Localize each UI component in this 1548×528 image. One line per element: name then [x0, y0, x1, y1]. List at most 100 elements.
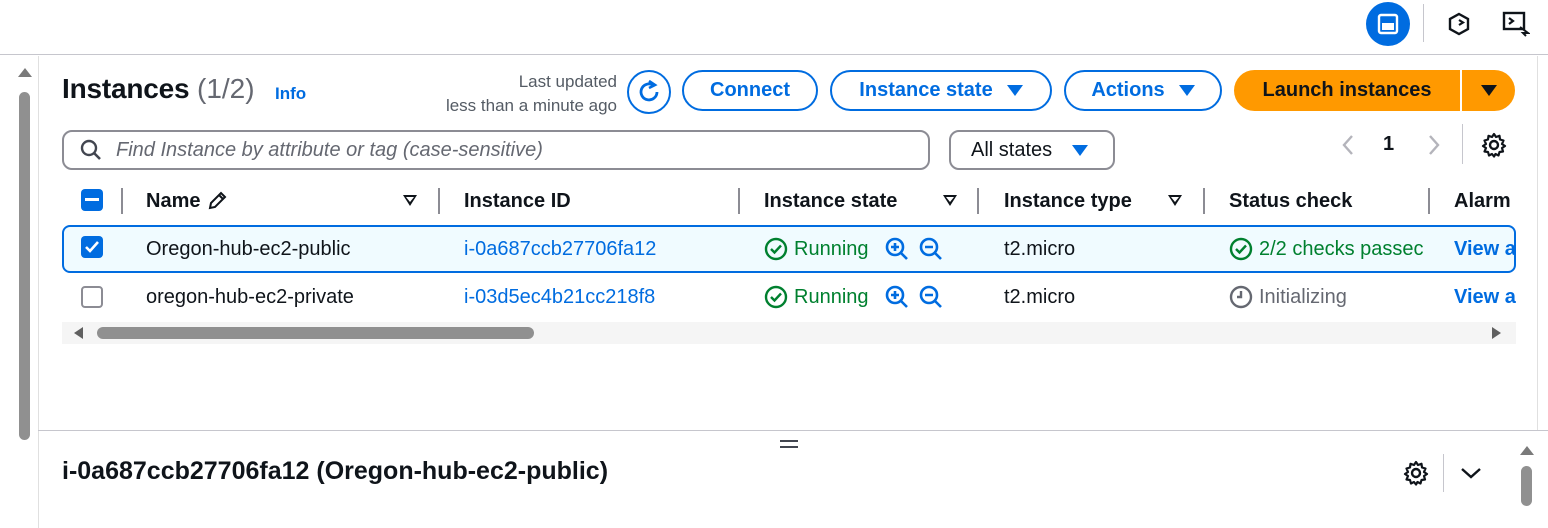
- check-icon: [85, 241, 99, 253]
- gear-icon: [1481, 132, 1507, 158]
- select-all-checkbox[interactable]: [81, 189, 103, 211]
- info-link[interactable]: Info: [275, 84, 306, 104]
- zoom-in-icon[interactable]: [885, 237, 909, 261]
- scroll-up-arrow-icon[interactable]: [18, 68, 32, 77]
- check-circle-icon: [1229, 237, 1253, 261]
- divider: [1462, 124, 1463, 164]
- clock-icon: [1229, 285, 1253, 309]
- page-title: Instances: [62, 73, 190, 104]
- scrollbar-thumb[interactable]: [1521, 466, 1532, 506]
- console-button[interactable]: [1494, 2, 1538, 46]
- connect-button[interactable]: Connect: [682, 70, 818, 111]
- column-header-status-check[interactable]: Status check: [1229, 180, 1352, 222]
- instance-state-text: Running: [794, 285, 869, 308]
- left-scrollbar[interactable]: [14, 60, 38, 528]
- zoom-out-icon[interactable]: [919, 285, 943, 309]
- panel-icon: [1377, 13, 1399, 35]
- launch-dropdown-button[interactable]: [1462, 70, 1515, 111]
- row-checkbox[interactable]: [81, 236, 103, 258]
- table-row[interactable]: oregon-hub-ec2-private i-03d5ec4b21cc218…: [62, 273, 1516, 321]
- details-preferences-button[interactable]: [1402, 459, 1430, 487]
- split-divider: [38, 430, 1548, 431]
- instance-id-link[interactable]: i-03d5ec4b21cc218f8: [464, 273, 655, 321]
- collapse-details-button[interactable]: [1458, 461, 1484, 485]
- horizontal-scrollbar[interactable]: [62, 322, 1516, 344]
- scrollbar-thumb[interactable]: [19, 92, 30, 440]
- panel-toggle-button[interactable]: [1366, 2, 1410, 46]
- caret-down-icon: [1072, 144, 1089, 156]
- page-number[interactable]: 1: [1383, 133, 1394, 156]
- caret-down-icon: [1178, 85, 1195, 96]
- column-divider[interactable]: [1203, 188, 1205, 214]
- instance-state-text: Running: [794, 237, 869, 260]
- status-check-cell: 2/2 checks passec: [1229, 225, 1429, 273]
- column-header-instance-state[interactable]: Instance state: [764, 180, 897, 222]
- table-preferences-button[interactable]: [1479, 131, 1509, 159]
- table-row[interactable]: Oregon-hub-ec2-public i-0a687ccb27706fa1…: [62, 225, 1516, 273]
- column-divider[interactable]: [1428, 188, 1430, 214]
- pencil-icon: [209, 191, 227, 210]
- instance-state-cell: Running: [764, 225, 943, 273]
- instance-name: Oregon-hub-ec2-public: [146, 237, 351, 260]
- search-input[interactable]: [116, 138, 896, 162]
- scroll-up-arrow-icon[interactable]: [1520, 446, 1534, 455]
- check-circle-icon: [764, 285, 788, 309]
- state-filter-value: All states: [971, 138, 1053, 161]
- refresh-button[interactable]: [627, 70, 671, 114]
- view-alarms-link[interactable]: View a: [1454, 225, 1516, 273]
- sort-caret-icon[interactable]: [943, 195, 957, 206]
- divider: [1423, 4, 1424, 42]
- state-filter-select[interactable]: All states: [949, 130, 1115, 170]
- column-divider[interactable]: [438, 188, 440, 214]
- details-scrollbar[interactable]: [1518, 440, 1538, 528]
- previous-page-button[interactable]: [1338, 134, 1358, 156]
- scroll-left-arrow-icon[interactable]: [74, 327, 83, 339]
- zoom-in-icon[interactable]: [885, 285, 909, 309]
- divider: [1443, 454, 1444, 492]
- hexagon-icon: [1448, 12, 1470, 36]
- column-header-label: Instance type: [1004, 189, 1132, 212]
- zoom-out-icon[interactable]: [919, 237, 943, 261]
- column-header-instance-id[interactable]: Instance ID: [464, 180, 571, 222]
- launch-instances-button[interactable]: Launch instances: [1234, 70, 1460, 111]
- column-header-label: Instance ID: [464, 189, 571, 212]
- column-divider[interactable]: [977, 188, 979, 214]
- last-updated-label: Last updated: [518, 72, 617, 91]
- caret-down-icon: [1006, 85, 1023, 96]
- refresh-icon: [639, 79, 659, 102]
- column-divider[interactable]: [738, 188, 740, 214]
- column-header-instance-type[interactable]: Instance type: [1004, 180, 1132, 222]
- instance-state-button[interactable]: Instance state: [830, 70, 1052, 111]
- view-alarms-link[interactable]: View a: [1454, 273, 1516, 321]
- status-check-text: 2/2 checks passec: [1259, 237, 1424, 260]
- terminal-icon: [1502, 11, 1530, 37]
- divider: [38, 56, 39, 528]
- instance-name: oregon-hub-ec2-private: [146, 285, 354, 308]
- search-box[interactable]: [62, 130, 930, 170]
- selection-count: (1/2): [197, 73, 255, 104]
- chevron-right-icon: [1429, 135, 1440, 155]
- connect-label: Connect: [710, 79, 790, 101]
- column-header-label: Instance state: [764, 189, 898, 212]
- resize-handle-icon[interactable]: [780, 440, 798, 450]
- gear-icon: [1403, 460, 1429, 486]
- instance-state-label: Instance state: [859, 79, 993, 101]
- next-page-button[interactable]: [1424, 134, 1444, 156]
- check-circle-icon: [764, 237, 788, 261]
- column-header-name[interactable]: Name: [146, 180, 228, 222]
- sort-caret-icon[interactable]: [403, 195, 417, 206]
- status-check-cell: Initializing: [1229, 273, 1347, 321]
- scroll-right-arrow-icon[interactable]: [1492, 327, 1501, 339]
- column-header-alarm[interactable]: Alarm: [1454, 180, 1511, 222]
- scrollbar-thumb[interactable]: [97, 327, 534, 339]
- cloudshell-button[interactable]: [1437, 2, 1481, 46]
- instance-id-link[interactable]: i-0a687ccb27706fa12: [464, 225, 656, 273]
- sort-caret-icon[interactable]: [1168, 195, 1182, 206]
- last-updated-text: Last updated less than a minute ago: [405, 70, 617, 118]
- chevron-down-icon: [1461, 468, 1481, 479]
- column-divider[interactable]: [121, 188, 123, 214]
- instance-type: t2.micro: [1004, 237, 1076, 260]
- actions-label: Actions: [1091, 79, 1165, 101]
- actions-button[interactable]: Actions: [1064, 70, 1222, 111]
- row-checkbox[interactable]: [81, 286, 103, 308]
